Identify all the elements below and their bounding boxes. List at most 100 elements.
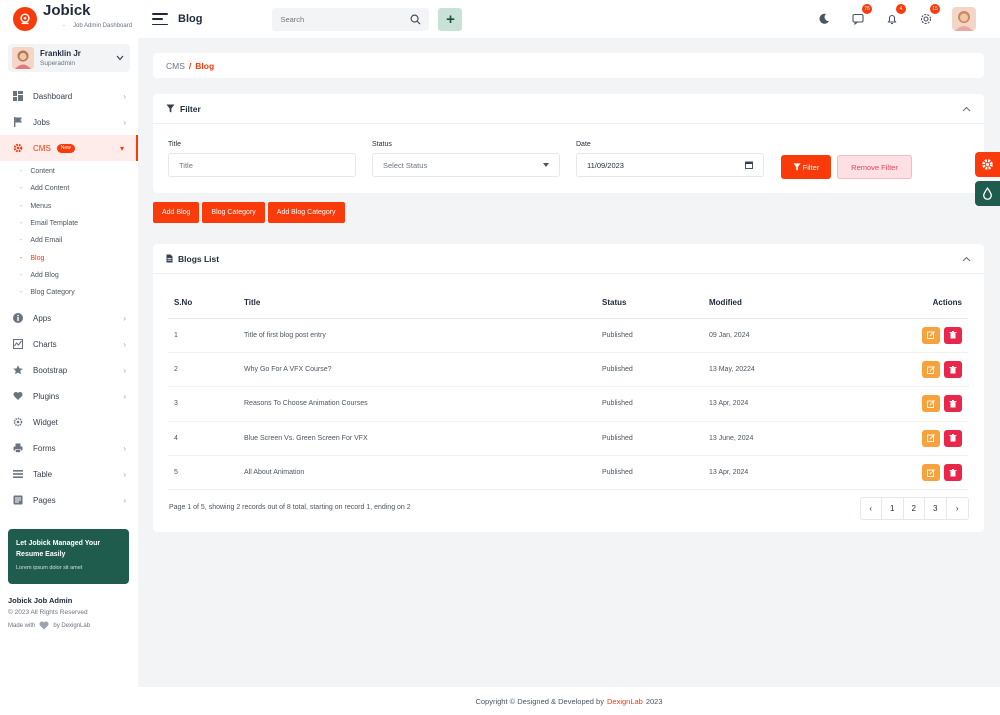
sidebar-subitem-blog[interactable]: Blog	[0, 249, 138, 266]
sidebar-item-forms[interactable]: Forms ›	[0, 435, 138, 461]
search-icon[interactable]	[410, 14, 421, 25]
row-sno: 4	[168, 421, 238, 457]
calendar-icon[interactable]	[745, 161, 753, 169]
menu-toggle-icon[interactable]	[152, 13, 168, 25]
sidebar-item-label: Plugins	[33, 391, 60, 401]
brand[interactable]: Jobick Job Admin Dashboard	[0, 0, 138, 38]
chevron-down-icon[interactable]	[116, 55, 124, 61]
top-bar: Jobick Job Admin Dashboard Blog + 76 4 1…	[0, 0, 1000, 38]
table-row: 5 All About Animation Published 13 Apr, 202…	[168, 455, 968, 491]
sidebar-item-jobs[interactable]: Jobs ›	[0, 109, 138, 135]
sidebar-subitem-add-email[interactable]: Add Email	[0, 232, 138, 249]
sidebar-subitem-add-content[interactable]: Add Content	[0, 180, 138, 197]
pagination-info: Page 1 of 5, showing 2 records out of 8 …	[169, 504, 411, 511]
footer-brand-link[interactable]: DexignLab	[607, 697, 643, 706]
col-modified[interactable]: Modified	[703, 288, 853, 319]
promo-card[interactable]: Let Jobick Managed Your Resume Easily Lo…	[8, 529, 129, 584]
row-status: Published	[596, 352, 703, 388]
add-blog-button[interactable]: Add Blog	[153, 202, 200, 223]
page-1-button[interactable]: 1	[882, 498, 904, 519]
add-button[interactable]: +	[438, 7, 463, 31]
chevron-up-icon[interactable]	[962, 256, 971, 262]
next-page-button[interactable]: ›	[947, 498, 969, 519]
row-title: Reasons To Choose Animation Courses	[238, 386, 596, 422]
sidebar-item-cms[interactable]: CMS New ▾	[0, 135, 138, 161]
row-sno: 2	[168, 352, 238, 388]
search-box[interactable]	[272, 7, 430, 31]
user-card[interactable]: Franklin Jr Superadmin	[8, 44, 130, 72]
messages-icon[interactable]: 76	[850, 4, 872, 27]
sidebar-item-table[interactable]: Table ›	[0, 461, 138, 487]
sidebar-item-label: Charts	[33, 339, 57, 349]
breadcrumb-root[interactable]: CMS	[166, 61, 185, 71]
sidebar-item-bootstrap[interactable]: Bootstrap ›	[0, 357, 138, 383]
delete-button[interactable]	[944, 326, 962, 344]
printer-icon	[12, 443, 23, 454]
sidebar-subitem-blog-category[interactable]: Blog Category	[0, 284, 138, 301]
main-content: CMS / Blog Filter Title Status Select St…	[153, 53, 984, 532]
edit-button[interactable]	[922, 326, 940, 344]
sidebar-item-dashboard[interactable]: Dashboard ›	[0, 83, 138, 109]
status-select[interactable]: Select Status	[372, 153, 560, 177]
notifications-icon[interactable]: 4	[884, 4, 906, 27]
breadcrumb-current: Blog	[195, 60, 215, 71]
add-blog-category-button[interactable]: Add Blog Category	[267, 202, 345, 223]
delete-button[interactable]	[944, 464, 962, 482]
sidebar-subitem-content[interactable]: Content	[0, 163, 138, 180]
row-title: Title of first blog post entry	[238, 318, 596, 353]
sidebar-item-widget[interactable]: Widget	[0, 409, 138, 435]
edit-button[interactable]	[922, 395, 940, 413]
row-status: Published	[596, 455, 703, 491]
theme-settings-button[interactable]	[975, 152, 1000, 177]
sidebar-subitem-email-template[interactable]: Email Template	[0, 215, 138, 232]
sidebar-item-label: Bootstrap	[33, 365, 68, 375]
prev-page-button[interactable]: ‹	[861, 498, 882, 519]
delete-button[interactable]	[944, 429, 962, 447]
title-field[interactable]	[168, 153, 356, 177]
table-row: 4 Blue Screen Vs. Green Screen For VFX Pub…	[168, 421, 968, 457]
page-3-button[interactable]: 3	[925, 498, 947, 519]
title-input[interactable]	[179, 160, 319, 170]
filter-header[interactable]: Filter	[153, 94, 984, 124]
sidebar-item-apps[interactable]: Apps ›	[0, 305, 138, 331]
sidebar-item-label: Table	[33, 469, 53, 479]
sidebar-item-charts[interactable]: Charts ›	[0, 331, 138, 357]
heart-icon	[12, 391, 23, 402]
col-actions: Actions	[853, 288, 968, 319]
sidebar-subitem-add-blog[interactable]: Add Blog	[0, 267, 138, 284]
row-sno: 3	[168, 386, 238, 422]
filter-button[interactable]: Filter	[781, 155, 831, 179]
edit-icon	[927, 434, 935, 443]
edit-icon	[927, 365, 935, 374]
chevron-up-icon[interactable]	[962, 106, 971, 112]
page-2-button[interactable]: 2	[904, 498, 925, 519]
user-avatar[interactable]	[952, 7, 976, 31]
row-actions	[853, 455, 968, 491]
search-input[interactable]	[280, 14, 391, 24]
col-status[interactable]: Status	[596, 288, 703, 319]
sidebar-item-plugins[interactable]: Plugins ›	[0, 383, 138, 409]
dark-mode-icon[interactable]	[816, 11, 832, 27]
edit-icon	[927, 468, 935, 477]
delete-button[interactable]	[944, 361, 962, 379]
col-sno[interactable]: S.No	[168, 288, 238, 319]
row-sno: 5	[168, 455, 238, 491]
flag-icon	[12, 117, 23, 128]
color-theme-button[interactable]	[975, 181, 1000, 206]
remove-filter-button[interactable]: Remove Filter	[837, 155, 912, 179]
settings-icon[interactable]: 15	[918, 4, 940, 27]
sidebar-item-pages[interactable]: Pages ›	[0, 487, 138, 513]
edit-button[interactable]	[922, 464, 940, 482]
trash-icon	[949, 365, 957, 374]
blog-category-button[interactable]: Blog Category	[202, 202, 265, 223]
blogs-list-card: Blogs List S.No Title Status Modified Ac…	[153, 244, 984, 532]
delete-button[interactable]	[944, 395, 962, 413]
blogs-list-header[interactable]: Blogs List	[153, 244, 984, 274]
col-title[interactable]: Title	[238, 288, 596, 319]
edit-button[interactable]	[922, 361, 940, 379]
row-actions	[853, 386, 968, 422]
date-field[interactable]: 11/09/2023	[576, 153, 764, 177]
sidebar-subitem-menus[interactable]: Menus	[0, 198, 138, 215]
edit-button[interactable]	[922, 429, 940, 447]
row-sno: 1	[168, 318, 238, 353]
